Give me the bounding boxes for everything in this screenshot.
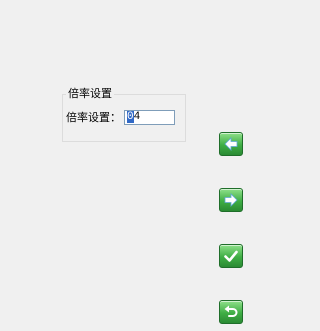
groupbox-title: 倍率设置 bbox=[66, 87, 114, 101]
right-arrow-icon bbox=[224, 193, 238, 207]
checkmark-icon bbox=[224, 250, 238, 262]
selected-text: 0 bbox=[127, 111, 134, 123]
magnification-label: 倍率设置： bbox=[66, 111, 121, 124]
left-arrow-icon bbox=[224, 137, 238, 151]
next-button[interactable] bbox=[219, 188, 243, 212]
back-button[interactable] bbox=[219, 132, 243, 156]
confirm-button[interactable] bbox=[219, 244, 243, 268]
return-button[interactable] bbox=[219, 300, 243, 324]
remaining-text: 4 bbox=[133, 111, 141, 123]
undo-arrow-icon bbox=[224, 305, 238, 317]
magnification-input[interactable]: 04 bbox=[124, 110, 175, 125]
